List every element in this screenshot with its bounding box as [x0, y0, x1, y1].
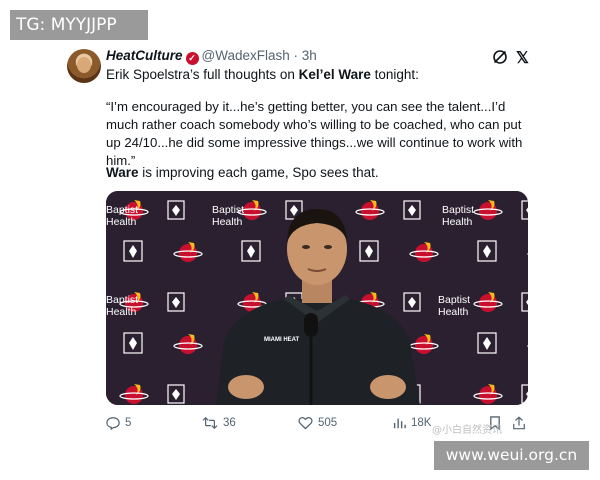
- tagline-text: is improving each game, Spo sees that.: [138, 165, 379, 180]
- avatar[interactable]: [67, 49, 101, 83]
- backdrop-text: Baptist: [442, 204, 474, 216]
- backdrop-text: Baptist: [438, 294, 470, 306]
- reply-count: 5: [125, 417, 132, 429]
- tweet-intro: Erik Spoelstra’s full thoughts on Kel’el…: [106, 67, 419, 82]
- tweet-card[interactable]: HeatCulture ✓ @WadexFlash · 3h 𝕏 Erik Spoe…: [64, 42, 536, 440]
- tweet-quote: “I’m encouraged by it...he’s getting bet…: [106, 99, 523, 168]
- display-name[interactable]: HeatCulture: [106, 48, 183, 63]
- separator: ·: [293, 48, 299, 63]
- reply-button[interactable]: 5: [106, 416, 131, 430]
- backdrop-text: Health: [106, 216, 137, 228]
- tweet-media-image[interactable]: Baptist Health Baptist Health Baptist He…: [106, 191, 528, 405]
- cn-watermark: @小白自然资讯: [432, 425, 502, 436]
- handle[interactable]: @WadexFlash: [202, 48, 290, 63]
- tweet-header: HeatCulture ✓ @WadexFlash · 3h: [106, 48, 317, 65]
- repost-count: 36: [223, 417, 236, 429]
- intro-text: Erik Spoelstra’s full thoughts on: [106, 67, 299, 82]
- intro-suffix: tonight:: [370, 67, 419, 82]
- share-button[interactable]: [512, 416, 526, 430]
- intro-name: Kel’el Ware: [298, 67, 371, 82]
- backdrop-text: Health: [212, 216, 243, 228]
- x-logo-icon[interactable]: 𝕏: [516, 48, 529, 68]
- views-button[interactable]: 18K: [392, 416, 431, 430]
- site-watermark: www.weui.org.cn: [434, 441, 589, 470]
- tg-watermark: TG: MYYJJPP: [10, 10, 148, 40]
- tagline-name: Ware: [106, 165, 139, 180]
- backdrop-text: Baptist: [212, 204, 244, 216]
- verified-badge-icon: ✓: [185, 52, 199, 65]
- repost-button[interactable]: 36: [202, 416, 236, 430]
- views-icon: [393, 418, 406, 429]
- share-icon: [513, 416, 525, 430]
- timestamp[interactable]: 3h: [302, 48, 317, 63]
- grok-icon[interactable]: [492, 49, 508, 65]
- views-count: 18K: [411, 417, 432, 429]
- like-count: 505: [318, 417, 338, 429]
- like-button[interactable]: 505: [298, 416, 337, 430]
- heart-icon: [298, 417, 313, 430]
- reply-icon: [106, 417, 120, 430]
- backdrop-text: Health: [106, 306, 137, 318]
- backdrop-text: Health: [442, 216, 473, 228]
- press-conference-photo: Baptist Health Baptist Health Baptist He…: [106, 191, 528, 405]
- backdrop-text: Health: [438, 306, 469, 318]
- backdrop-text: Baptist: [106, 294, 138, 306]
- repost-icon: [202, 416, 218, 430]
- jersey-logo-text: MIAMI HEAT: [264, 337, 300, 343]
- backdrop-text: Baptist: [106, 204, 138, 216]
- tweet-tagline: Ware is improving each game, Spo sees th…: [106, 165, 379, 180]
